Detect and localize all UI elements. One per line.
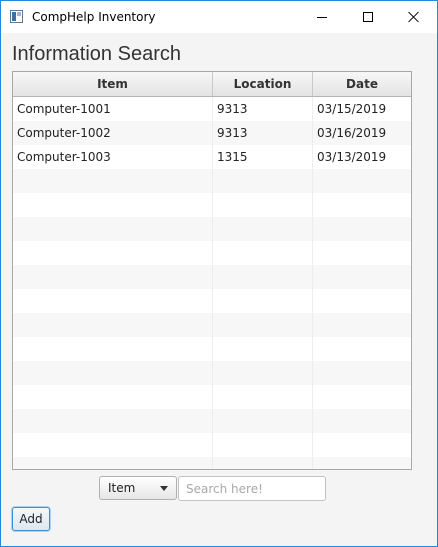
- empty-table-row[interactable]: [13, 241, 411, 265]
- cell-location: [213, 265, 313, 289]
- empty-table-row[interactable]: [13, 313, 411, 337]
- cell-location: [213, 385, 313, 409]
- empty-table-row[interactable]: [13, 265, 411, 289]
- cell-date: 03/16/2019: [317, 126, 387, 140]
- page-title: Information Search: [12, 43, 181, 65]
- empty-table-row[interactable]: [13, 337, 411, 361]
- table-header: Item Location Date: [13, 72, 411, 97]
- cell-item: [13, 289, 213, 313]
- table-row[interactable]: Computer-1002 9313 03/16/2019: [13, 121, 411, 145]
- add-button[interactable]: Add: [12, 507, 50, 531]
- cell-item: [13, 433, 213, 457]
- cell-location: [213, 457, 313, 469]
- cell-date: [313, 433, 411, 457]
- cell-item: [13, 457, 213, 469]
- cell-date: [313, 385, 411, 409]
- cell-location: [213, 193, 313, 217]
- cell-date: [313, 337, 411, 361]
- table-row[interactable]: Computer-1001 9313 03/15/2019: [13, 97, 411, 121]
- empty-table-row[interactable]: [13, 433, 411, 457]
- column-header-date[interactable]: Date: [313, 72, 411, 96]
- table-body: Computer-1001 9313 03/15/2019 Computer-1002…: [13, 97, 411, 469]
- close-icon: [408, 11, 420, 23]
- cell-item: [13, 361, 213, 385]
- minimize-button[interactable]: [299, 1, 345, 33]
- cell-date: 03/13/2019: [317, 150, 387, 164]
- column-header-item[interactable]: Item: [13, 72, 213, 96]
- cell-date: [313, 361, 411, 385]
- cell-location: [213, 289, 313, 313]
- chevron-down-icon: [160, 486, 168, 491]
- cell-location: 1315: [213, 145, 313, 169]
- search-filter-dropdown[interactable]: Item: [99, 476, 177, 500]
- cell-location: [213, 409, 313, 433]
- window-title: CompHelp Inventory: [32, 10, 156, 24]
- main-content: Information Search Item Location Date Co…: [1, 33, 437, 546]
- cell-location: [213, 169, 313, 193]
- cell-date: [313, 241, 411, 265]
- cell-date: [313, 169, 411, 193]
- cell-item: Computer-1001: [13, 97, 213, 121]
- cell-date: [313, 457, 411, 469]
- title-bar[interactable]: CompHelp Inventory: [1, 1, 437, 33]
- close-button[interactable]: [391, 1, 437, 33]
- empty-table-row[interactable]: [13, 169, 411, 193]
- app-window-icon: [10, 10, 23, 23]
- cell-item: [13, 265, 213, 289]
- cell-date: [313, 409, 411, 433]
- empty-table-row[interactable]: [13, 217, 411, 241]
- empty-table-row[interactable]: [13, 385, 411, 409]
- cell-date: [313, 289, 411, 313]
- cell-item: Computer-1003: [13, 145, 213, 169]
- app-window: CompHelp Inventory Information Search It…: [0, 0, 438, 547]
- cell-location: 9313: [213, 121, 313, 145]
- cell-location: [213, 217, 313, 241]
- cell-location: [213, 337, 313, 361]
- cell-location: 9313: [213, 97, 313, 121]
- cell-item: [13, 313, 213, 337]
- cell-location: [213, 241, 313, 265]
- cell-item: Computer-1002: [13, 121, 213, 145]
- cell-date: 03/15/2019: [317, 102, 387, 116]
- inventory-table[interactable]: Item Location Date Computer-1001 9313 03/1…: [12, 71, 412, 470]
- minimize-icon: [317, 16, 327, 18]
- empty-table-row[interactable]: [13, 457, 411, 469]
- empty-table-row[interactable]: [13, 361, 411, 385]
- cell-item: [13, 241, 213, 265]
- empty-table-row[interactable]: [13, 409, 411, 433]
- empty-table-row[interactable]: [13, 289, 411, 313]
- cell-item: [13, 385, 213, 409]
- cell-item: [13, 193, 213, 217]
- cell-item: [13, 337, 213, 361]
- cell-location: [213, 313, 313, 337]
- cell-date: [313, 193, 411, 217]
- cell-location: [213, 433, 313, 457]
- cell-date: [313, 217, 411, 241]
- maximize-icon: [363, 12, 373, 22]
- search-filter-value: Item: [108, 481, 136, 495]
- cell-item: [13, 409, 213, 433]
- cell-item: [13, 217, 213, 241]
- search-input[interactable]: [178, 476, 326, 501]
- maximize-button[interactable]: [345, 1, 391, 33]
- cell-date: [313, 265, 411, 289]
- table-row[interactable]: Computer-1003 1315 03/13/2019: [13, 145, 411, 169]
- column-header-location[interactable]: Location: [213, 72, 313, 96]
- cell-date: [313, 313, 411, 337]
- empty-table-row[interactable]: [13, 193, 411, 217]
- cell-item: [13, 169, 213, 193]
- cell-location: [213, 361, 313, 385]
